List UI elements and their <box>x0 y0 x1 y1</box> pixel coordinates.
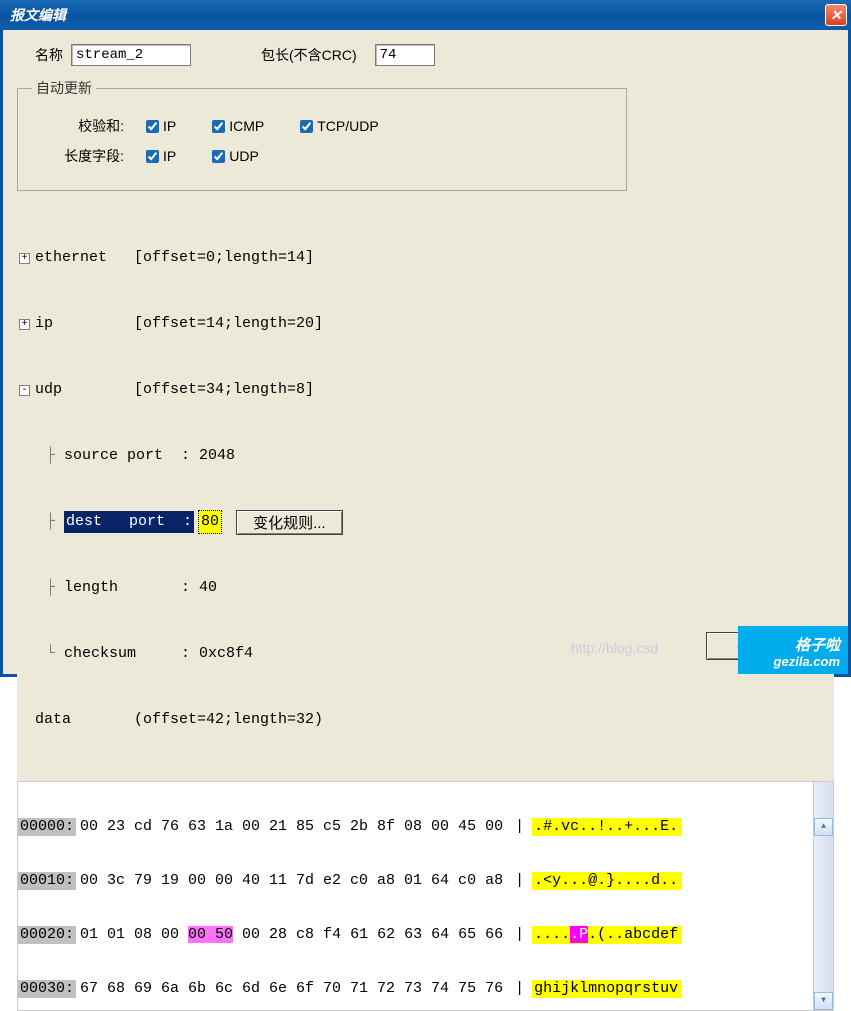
hex-ascii: .<y...@.}....d.. <box>532 872 682 890</box>
client-area: 名称 包长(不含CRC) 自动更新 校验和: IP ICMP TCP/UDP 长… <box>0 30 851 677</box>
checksum-label: 校验和: <box>32 116 142 136</box>
corner-line2: gezila.com <box>774 654 840 670</box>
scroll-up-icon[interactable]: ▲ <box>814 818 833 836</box>
auto-update-legend: 自动更新 <box>32 78 96 98</box>
change-rule-button[interactable]: 变化规则... <box>236 510 343 535</box>
hex-offset: 00030: <box>18 980 76 998</box>
hex-offset: 00020: <box>18 926 76 944</box>
watermark-text: http://blog.csd <box>571 640 658 656</box>
destport-label: dest port : <box>64 511 194 533</box>
hex-bytes: 00 23 cd 76 63 1a 00 21 85 c5 2b 8f 08 0… <box>76 818 509 836</box>
hex-viewer: 00000: 00 23 cd 76 63 1a 00 21 85 c5 2b … <box>17 781 834 1011</box>
tree-ethernet[interactable]: +ethernet [offset=0;length=14] <box>19 247 832 269</box>
tree-udp[interactable]: -udp [offset=34;length=8] <box>19 379 832 401</box>
lenfield-row: 长度字段: IP UDP <box>32 146 612 166</box>
hex-bytes: 01 01 08 00 00 50 00 28 c8 f4 61 62 63 6… <box>76 926 509 944</box>
collapse-icon[interactable]: - <box>19 385 30 396</box>
tree-udp-destport[interactable]: ├ dest port :80变化规则... <box>19 511 832 533</box>
hex-row: 00010: 00 3c 79 19 00 00 40 11 7d e2 c0 … <box>18 872 813 890</box>
checksum-row: 校验和: IP ICMP TCP/UDP <box>32 116 612 136</box>
scroll-down-icon[interactable]: ▼ <box>814 992 833 1010</box>
pktlen-label: 包长(不含CRC) <box>261 45 357 65</box>
hex-scrollbar[interactable]: ▲ ▼ <box>813 782 833 1010</box>
hex-offset: 00000: <box>18 818 76 836</box>
hex-ascii: .#.vc..!..+...E. <box>532 818 682 836</box>
lenfield-ip-checkbox[interactable]: IP <box>142 147 176 166</box>
pktlen-input[interactable] <box>375 44 435 66</box>
hex-row: 00000: 00 23 cd 76 63 1a 00 21 85 c5 2b … <box>18 818 813 836</box>
name-label: 名称 <box>35 45 63 65</box>
corner-badge: 格子啦 gezila.com <box>738 626 848 674</box>
close-icon: ✕ <box>830 7 842 24</box>
checksum-tcpudp-checkbox[interactable]: TCP/UDP <box>296 117 378 136</box>
hex-bytes: 67 68 69 6a 6b 6c 6d 6e 6f 70 71 72 73 7… <box>76 980 509 998</box>
tree-udp-length[interactable]: ├ length : 40 <box>19 577 832 599</box>
tree-udp-srcport[interactable]: ├ source port : 2048 <box>19 445 832 467</box>
hex-ascii: ghijklmnopqrstuv <box>532 980 682 998</box>
window-title: 报文编辑 <box>4 5 825 25</box>
close-button[interactable]: ✕ <box>825 4 847 26</box>
packet-tree[interactable]: +ethernet [offset=0;length=14] +ip [offs… <box>17 201 834 781</box>
lenfield-udp-checkbox[interactable]: UDP <box>208 147 259 166</box>
title-bar: 报文编辑 ✕ <box>0 0 851 30</box>
auto-update-group: 自动更新 校验和: IP ICMP TCP/UDP 长度字段: IP UDP <box>17 78 627 191</box>
hex-ascii: .....P.(..abcdef <box>532 926 682 944</box>
hex-row: 00020: 01 01 08 00 00 50 00 28 c8 f4 61 … <box>18 926 813 944</box>
expand-icon[interactable]: + <box>19 253 30 264</box>
top-row: 名称 包长(不含CRC) <box>17 44 834 66</box>
hex-bytes: 00 3c 79 19 00 00 40 11 7d e2 c0 a8 01 6… <box>76 872 509 890</box>
destport-value[interactable]: 80 <box>198 510 222 534</box>
name-input[interactable] <box>71 44 191 66</box>
expand-icon[interactable]: + <box>19 319 30 330</box>
lenfield-label: 长度字段: <box>32 146 142 166</box>
hex-content[interactable]: 00000: 00 23 cd 76 63 1a 00 21 85 c5 2b … <box>18 782 813 1010</box>
ascii-highlight: .P <box>570 926 588 943</box>
checksum-icmp-checkbox[interactable]: ICMP <box>208 117 264 136</box>
tree-ip[interactable]: +ip [offset=14;length=20] <box>19 313 832 335</box>
tree-data[interactable]: data (offset=42;length=32) <box>19 709 832 731</box>
corner-line1: 格子啦 <box>774 638 840 654</box>
hex-highlight: 00 50 <box>188 926 233 943</box>
hex-row: 00030: 67 68 69 6a 6b 6c 6d 6e 6f 70 71 … <box>18 980 813 998</box>
checksum-ip-checkbox[interactable]: IP <box>142 117 176 136</box>
hex-offset: 00010: <box>18 872 76 890</box>
